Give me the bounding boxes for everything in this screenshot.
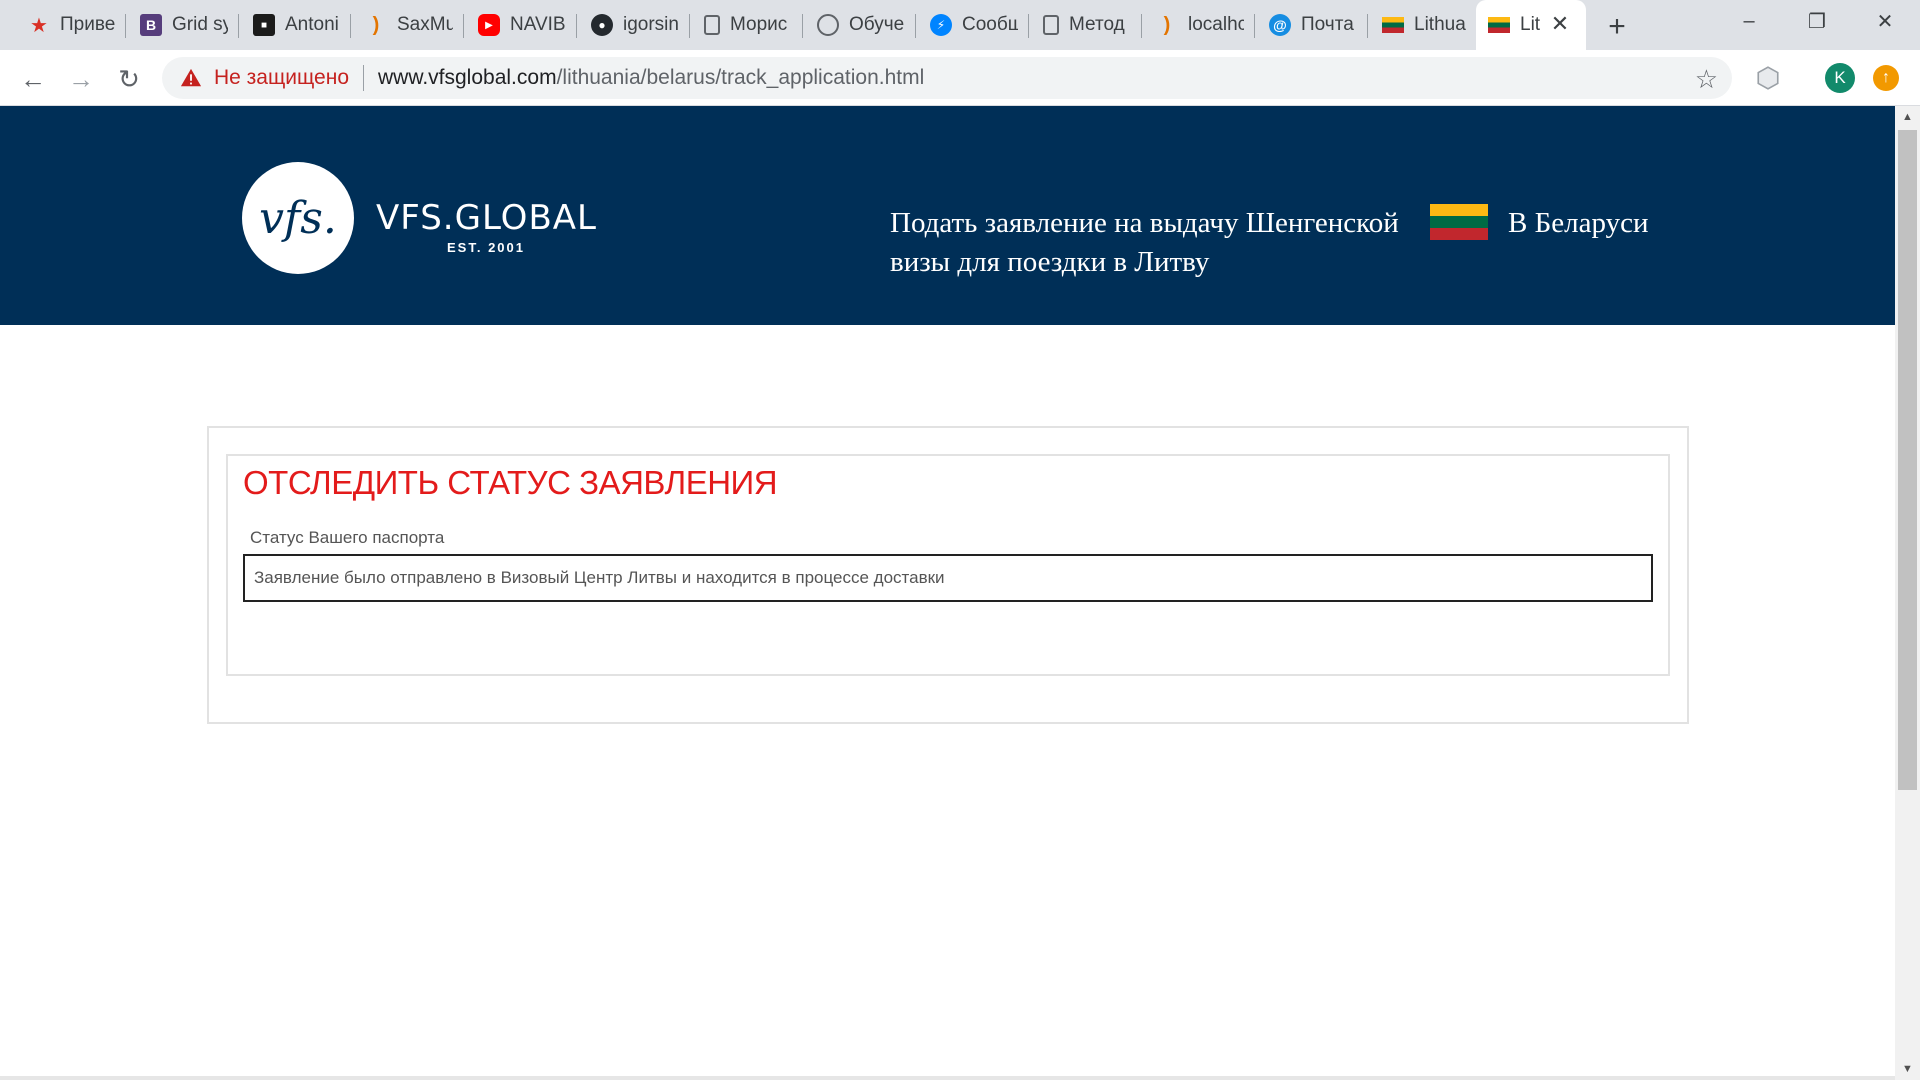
- browser-tab[interactable]: Lithua: [1370, 8, 1470, 42]
- browser-tab[interactable]: ⚡ Сообщ: [918, 8, 1018, 42]
- warning-triangle-icon: [180, 68, 202, 87]
- browser-tab[interactable]: Морис: [692, 8, 792, 42]
- scrollbar-thumb[interactable]: [1898, 130, 1917, 790]
- track-panel: ОТСЛЕДИТЬ СТАТУС ЗАЯВЛЕНИЯ Статус Вашего…: [207, 426, 1689, 724]
- mail-at-icon: @: [1269, 14, 1291, 36]
- vfs-logo-est: EST. 2001: [447, 240, 525, 255]
- lithuania-flag-icon: [1382, 17, 1404, 33]
- lithuania-flag-icon: [1430, 204, 1488, 240]
- close-window-icon[interactable]: ✕: [1850, 0, 1920, 42]
- scroll-up-arrow-icon[interactable]: ▲: [1895, 106, 1920, 128]
- browser-tab[interactable]: Метод: [1031, 8, 1131, 42]
- profile-avatar[interactable]: K: [1824, 62, 1856, 94]
- track-form: ОТСЛЕДИТЬ СТАТУС ЗАЯВЛЕНИЯ Статус Вашего…: [226, 454, 1670, 676]
- flag-stripe-yellow: [1430, 204, 1488, 216]
- address-bar[interactable]: Не защищено www.vfsglobal.com/lithuania/…: [162, 57, 1732, 99]
- browser-tab[interactable]: ★ Приве: [16, 8, 116, 42]
- passport-status-field[interactable]: Заявление было отправлено в Визовый Цент…: [243, 554, 1653, 602]
- red-figure-icon: ★: [30, 14, 48, 37]
- minimize-icon[interactable]: –: [1714, 0, 1784, 42]
- browser-tab[interactable]: @ Почта: [1257, 8, 1357, 42]
- document-icon: [1043, 15, 1059, 35]
- colorful-swirl-icon: ): [1163, 13, 1171, 36]
- not-secure-label[interactable]: Не защищено: [214, 66, 349, 90]
- header-title: Подать заявление на выдачу Шенгенской ви…: [890, 207, 1399, 278]
- bottom-divider: [0, 1076, 1895, 1080]
- github-icon: ●: [591, 14, 613, 36]
- browser-tab[interactable]: ) localhc: [1144, 8, 1244, 42]
- browser-tab[interactable]: ■ Antoni: [241, 8, 341, 42]
- browser-tab[interactable]: B Grid sy: [128, 8, 228, 42]
- flag-stripe-green: [1430, 216, 1488, 228]
- bootstrap-icon: B: [140, 14, 162, 36]
- page-viewport: vfs. VFS.GLOBAL EST. 2001 Подать заявлен…: [0, 106, 1920, 1080]
- browser-tab[interactable]: Обуче: [805, 8, 905, 42]
- restore-icon[interactable]: ❐: [1782, 0, 1852, 42]
- extension-cube-icon[interactable]: [1752, 62, 1784, 94]
- bookmark-star-icon[interactable]: ☆: [1695, 64, 1718, 95]
- dark-square-icon: ■: [253, 14, 275, 36]
- url-host: www.vfsglobal.com: [378, 66, 557, 89]
- browser-tab[interactable]: ● igorsin: [579, 8, 679, 42]
- vfs-logo[interactable]: vfs.: [242, 162, 354, 274]
- vfs-logo-name: VFS.GLOBAL: [376, 198, 597, 238]
- vfs-logo-mark: vfs.: [259, 192, 337, 244]
- address-divider: [363, 65, 364, 91]
- browser-tab-active[interactable]: Lit ✕: [1476, 0, 1586, 50]
- messenger-icon: ⚡: [930, 14, 952, 36]
- header-country[interactable]: В Беларуси: [1508, 204, 1648, 243]
- document-icon: [704, 15, 720, 35]
- close-tab-icon[interactable]: ✕: [1548, 11, 1572, 36]
- track-heading: ОТСЛЕДИТЬ СТАТУС ЗАЯВЛЕНИЯ: [243, 464, 778, 501]
- colorful-swirl-icon: ): [372, 13, 380, 36]
- flag-stripe-red: [1430, 228, 1488, 240]
- browser-tab-strip: ★ Приве B Grid sy ■ Antoni ) SaxMu ▶ NAV…: [0, 0, 1920, 50]
- lithuania-flag-icon: [1488, 17, 1510, 33]
- youtube-icon: ▶: [478, 14, 500, 36]
- brain-icon: [817, 14, 839, 36]
- browser-tab[interactable]: ) SaxMu: [353, 8, 453, 42]
- site-header: vfs. VFS.GLOBAL EST. 2001 Подать заявлен…: [0, 106, 1895, 325]
- reload-icon[interactable]: ↻: [112, 62, 146, 96]
- forward-arrow-icon[interactable]: →: [64, 62, 98, 96]
- passport-status-label: Статус Вашего паспорта: [250, 528, 445, 547]
- url-path: /lithuania/belarus/track_application.htm…: [556, 66, 925, 89]
- vertical-scrollbar[interactable]: ▲ ▼: [1895, 106, 1920, 1080]
- new-tab-plus-icon[interactable]: +: [1600, 10, 1634, 44]
- scroll-down-arrow-icon[interactable]: ▼: [1895, 1058, 1920, 1080]
- browser-toolbar: ← → ↻ Не защищено www.vfsglobal.com/lith…: [0, 50, 1920, 106]
- back-arrow-icon[interactable]: ←: [16, 62, 50, 96]
- browser-tab[interactable]: ▶ NAVIB: [466, 8, 566, 42]
- update-arrow-icon[interactable]: ↑: [1870, 62, 1902, 94]
